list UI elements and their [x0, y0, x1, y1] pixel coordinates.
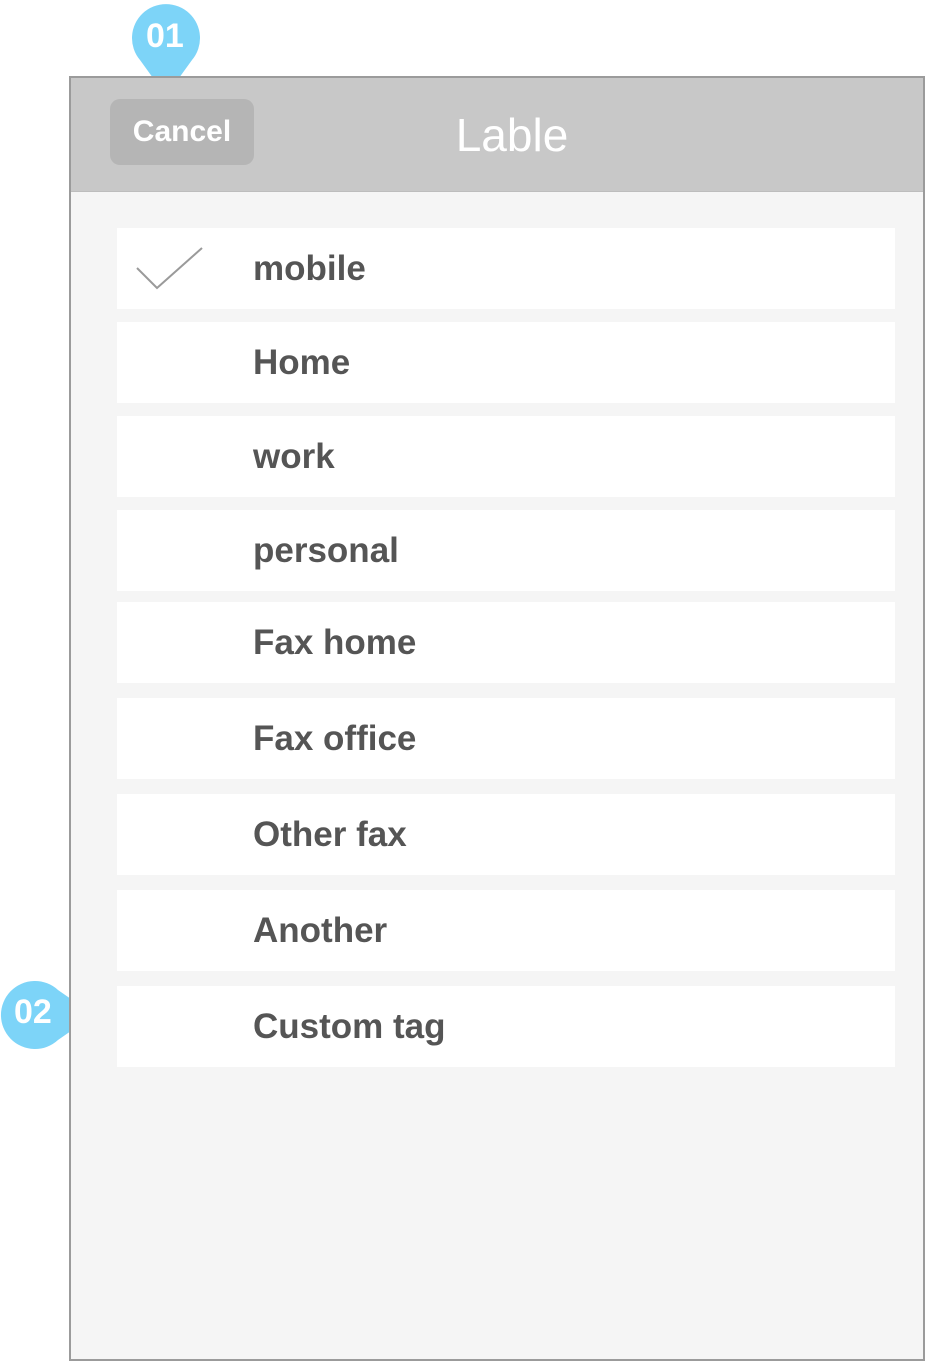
list-item-mobile[interactable]: mobile: [117, 228, 895, 309]
list-item-personal[interactable]: personal: [117, 510, 895, 591]
list-item-label: Custom tag: [253, 1006, 446, 1046]
list-item-label: Home: [253, 342, 351, 382]
list-item-label: mobile: [253, 248, 366, 288]
check-icon: [136, 247, 203, 290]
list-item-custom-tag[interactable]: Custom tag: [117, 986, 895, 1067]
list-item-label: personal: [253, 530, 399, 570]
list-item-fax-home[interactable]: Fax home: [117, 602, 895, 683]
list-item-fax-office[interactable]: Fax office: [117, 698, 895, 779]
list-item-label: Another: [253, 910, 388, 950]
annotation-badge-01-label: 01: [146, 17, 184, 55]
label-picker-screen: Cancel Lable mobile Home work personal F…: [69, 76, 925, 1361]
navigation-bar: Cancel Lable: [71, 78, 923, 192]
list-item-label: Fax home: [253, 622, 417, 662]
canvas: 01 02 Cancel Lable mobile Home work pers…: [0, 0, 926, 1362]
list-item-label: Other fax: [253, 814, 407, 854]
cancel-button[interactable]: Cancel: [110, 99, 254, 165]
list-item-label: Fax office: [253, 718, 417, 758]
annotation-badge-02-label: 02: [14, 993, 52, 1031]
list-item-home[interactable]: Home: [117, 322, 895, 403]
list-item-other-fax[interactable]: Other fax: [117, 794, 895, 875]
list-item-label: work: [253, 436, 335, 476]
list-item-another[interactable]: Another: [117, 890, 895, 971]
list-item-work[interactable]: work: [117, 416, 895, 497]
